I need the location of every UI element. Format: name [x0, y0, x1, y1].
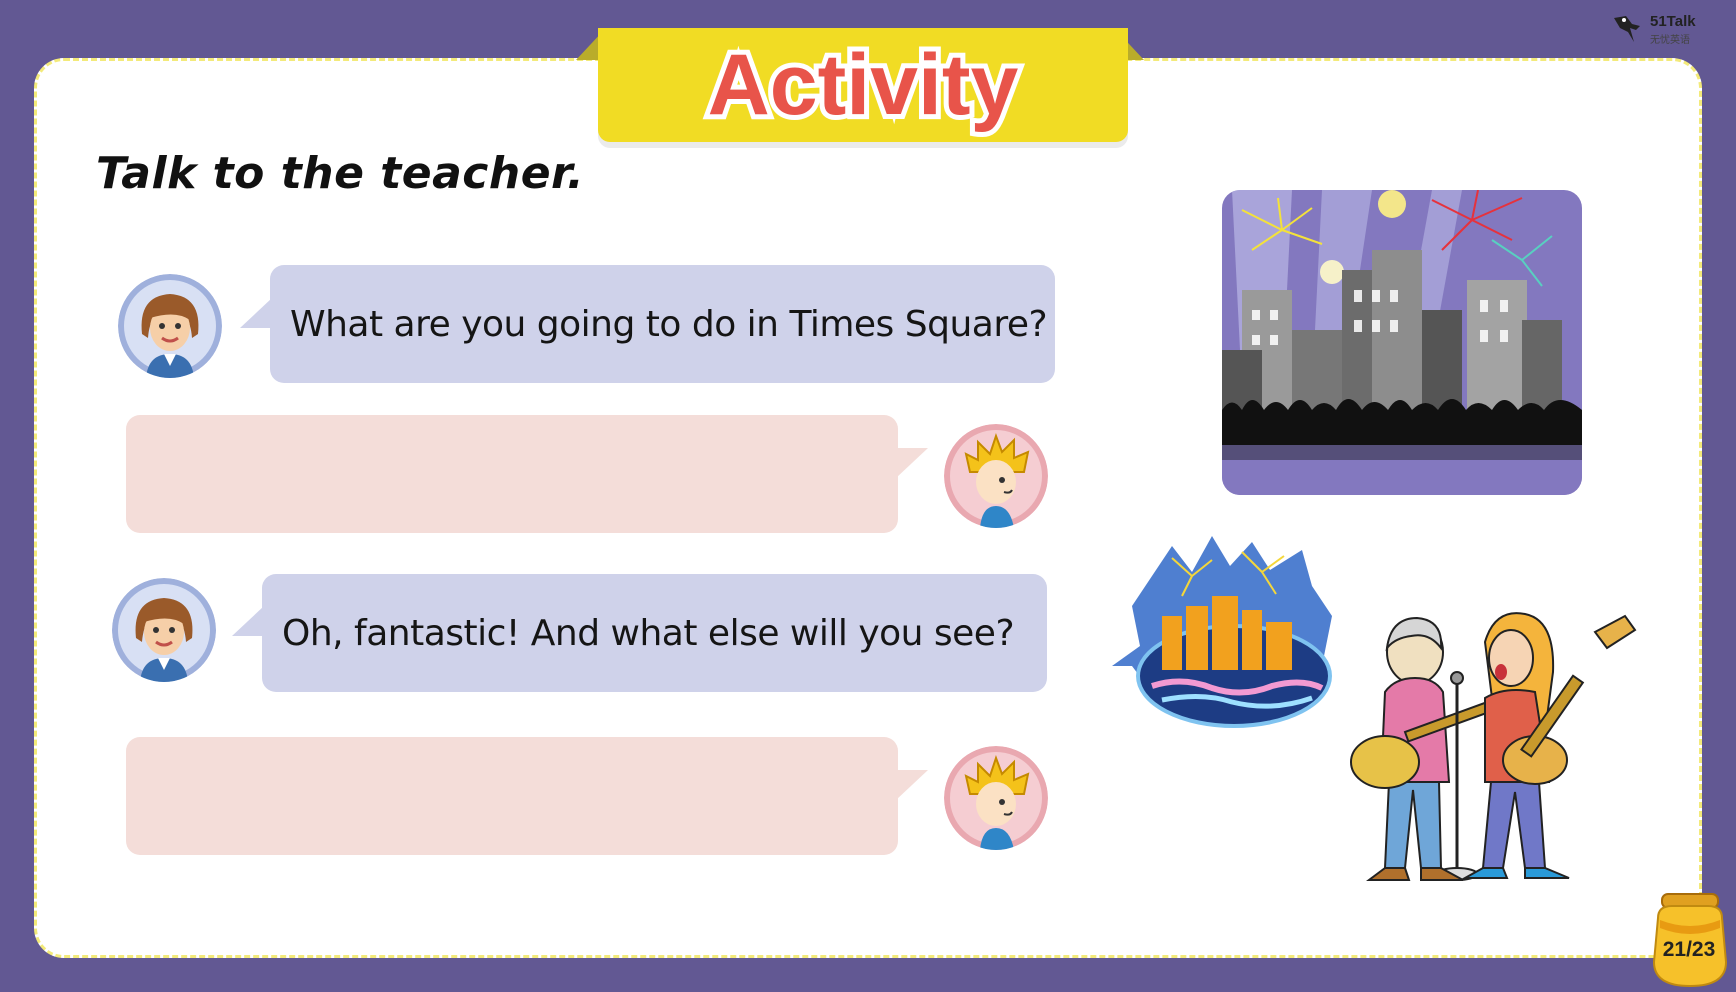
logo-bird-icon [1614, 16, 1640, 42]
instruction-text: Talk to the teacher. [96, 148, 585, 199]
teacher-line-2: Oh, fantastic! And what else will you se… [282, 612, 1015, 654]
page-indicator: 21/23 [1662, 938, 1716, 961]
city-fireworks-picture [1112, 536, 1342, 731]
banner-title: Activity [708, 37, 1019, 133]
teacher-avatar-2 [112, 578, 216, 682]
student-avatar [944, 424, 1048, 528]
logo-subtitle: 无忧英语 [1650, 35, 1690, 46]
teacher-line-1: What are you going to do in Times Square… [290, 303, 1048, 345]
student-avatar-2 [944, 746, 1048, 850]
teacher-bubble-2: Oh, fantastic! And what else will you se… [262, 574, 1047, 692]
student-bubble-2[interactable] [126, 737, 898, 855]
activity-banner: Activity [570, 26, 1150, 146]
times-square-picture [1222, 190, 1582, 495]
logo-name: 51Talk [1650, 13, 1696, 30]
banner-title-svg: Activity [703, 32, 1024, 138]
teacher-bubble-1: What are you going to do in Times Square… [270, 265, 1055, 383]
concert-singers-picture [1325, 612, 1645, 892]
teacher-avatar [118, 274, 222, 378]
student-bubble-1[interactable] [126, 415, 898, 533]
